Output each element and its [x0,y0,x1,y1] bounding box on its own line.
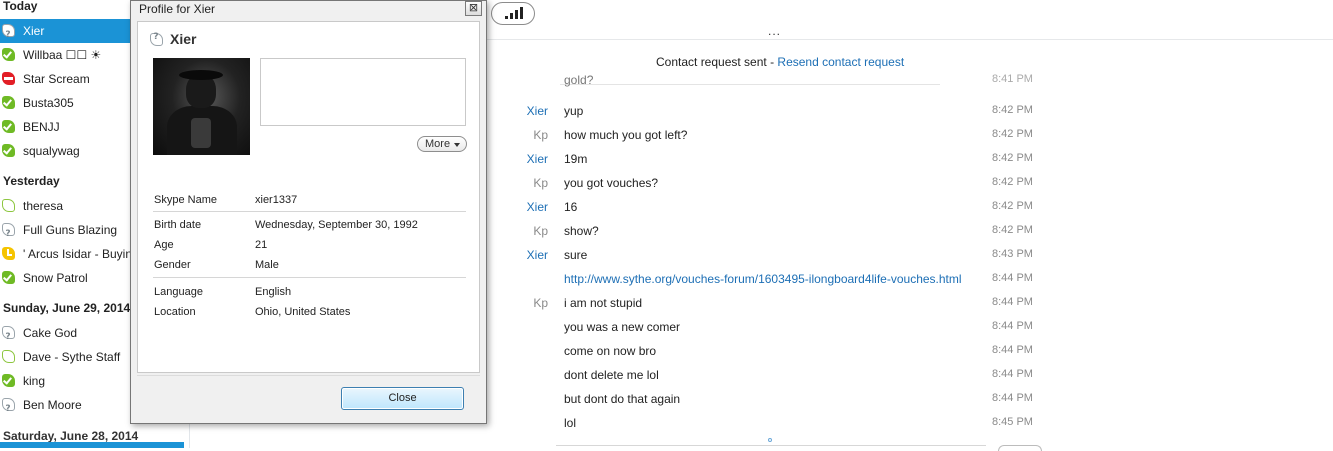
message-text: dont delete me lol [564,368,659,382]
message-text: 16 [564,200,578,214]
message-sender: Xier [526,152,548,166]
message-time: 8:44 PM [992,320,1033,332]
message-sender: Kp [533,128,548,142]
message-sender: Kp [533,224,548,238]
language-label: Language [154,286,203,298]
message-text: sure [564,248,588,262]
message-text: come on now bro [564,344,657,358]
language-value: English [255,286,292,298]
profile-dialog: Profile for Xier ⊠ Xier More Skype Name … [130,0,487,424]
gender-label: Gender [154,259,191,271]
message-text: i am not stupid [564,296,643,310]
more-options-icon[interactable]: ... [768,24,781,38]
message-text: how much you got left? [564,128,688,142]
message-time: 8:42 PM [992,200,1033,212]
message-time: 8:41 PM [992,73,1033,85]
message-time: 8:44 PM [992,368,1033,380]
age-value: 21 [255,239,268,251]
skype-name-value: xier1337 [255,194,298,206]
status-online-icon [2,48,15,61]
location-label: Location [154,306,196,318]
more-button[interactable]: More [417,136,467,152]
message-time: 8:44 PM [992,344,1033,356]
message-link[interactable]: http://www.sythe.org/vouches-forum/16034… [564,272,962,286]
message-text: lol [564,416,577,430]
message-text: yup [564,104,584,118]
message-time: 8:42 PM [992,104,1033,116]
divider [153,211,466,212]
message-text: show? [564,224,599,238]
message-text: you was a new comer [564,320,681,334]
message-sender: Xier [526,200,548,214]
caret-down-icon [454,143,460,147]
status-unknown-icon [150,32,163,46]
age-label: Age [154,239,174,251]
status-offline-q-icon [2,23,15,43]
request-text: Contact request sent - [656,55,778,69]
message-text: you got vouches? [564,176,659,190]
message-time: 8:44 PM [992,296,1033,308]
close-button[interactable]: Close [341,387,464,410]
message-text: gold? [564,73,594,87]
message-text: but dont do that again [564,392,681,406]
dialog-title: Profile for Xier [139,2,216,16]
gender-value: Male [255,259,279,271]
message-sender: Kp [533,296,548,310]
message-sender: Xier [526,248,548,262]
birth-date-value: Wednesday, September 30, 1992 [255,219,418,231]
resend-request-link[interactable]: Resend contact request [777,55,904,69]
message-time: 8:43 PM [992,248,1033,260]
location-value: Ohio, United States [255,306,351,318]
message-time: 8:44 PM [992,272,1033,284]
call-quality-button[interactable] [491,2,535,25]
message-sender: Xier [526,104,548,118]
message-text: 19m [564,152,588,166]
message-time: 8:42 PM [992,176,1033,188]
skype-name-label: Skype Name [154,194,217,206]
dialog-footer: Close [137,375,480,421]
divider [153,277,466,278]
message-time: 8:42 PM [992,224,1033,236]
profile-panel: Xier More Skype Name xier1337 Birth date… [137,21,480,373]
message-time: 8:44 PM [992,392,1033,404]
sidebar-selection-strip [0,442,184,448]
message-time: 8:42 PM [992,152,1033,164]
dialog-close-icon[interactable]: ⊠ [465,1,482,16]
contact-request-notice: Contact request sent - Resend contact re… [656,55,904,69]
message-sender: Kp [533,176,548,190]
avatar [153,58,250,155]
typing-indicator-icon [768,438,772,442]
profile-name: Xier [170,31,197,47]
birth-date-label: Birth date [154,219,202,231]
send-button[interactable] [998,445,1042,451]
mood-message-box [260,58,466,126]
message-time: 8:45 PM [992,416,1033,428]
contact-name: Willbaa ☐☐ ☀ [23,48,102,62]
more-label: More [425,138,451,150]
message-time: 8:42 PM [992,128,1033,140]
contact-name: Xier [23,24,45,38]
